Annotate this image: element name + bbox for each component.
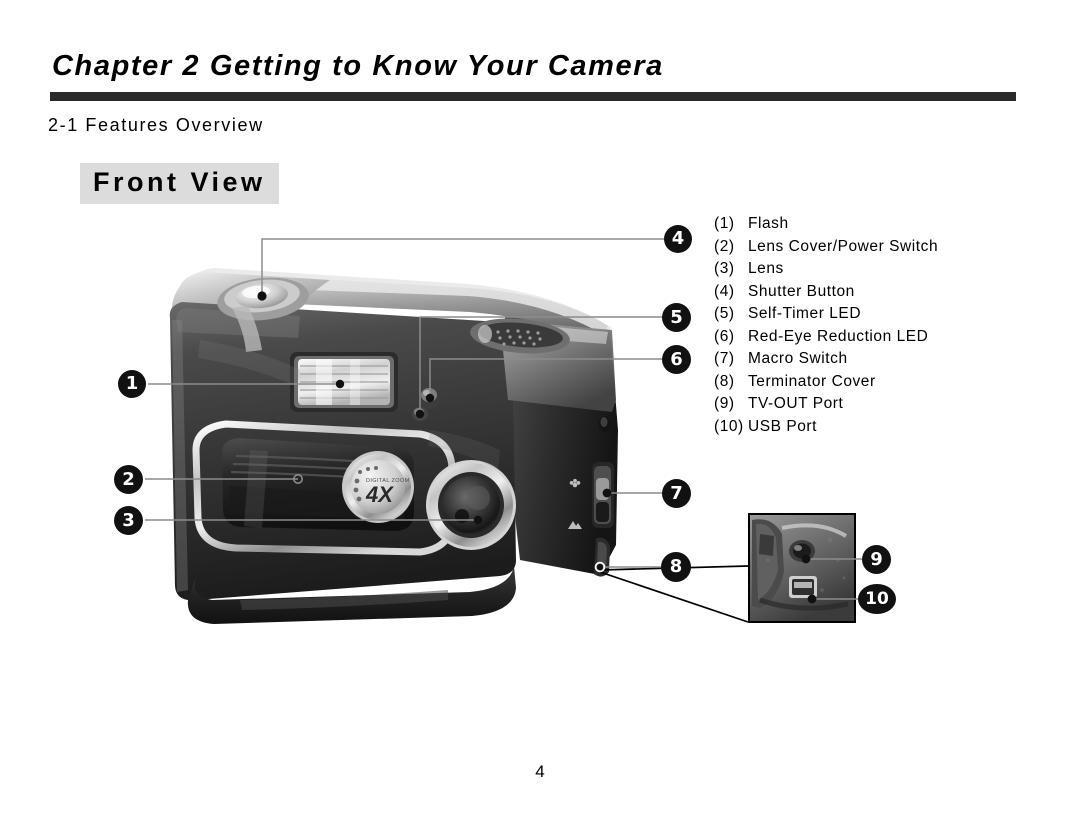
legend-number: (2) [714, 237, 735, 255]
chapter-title: Chapter 2 Getting to Know Your Camera [52, 50, 664, 82]
legend-number: (9) [714, 395, 735, 412]
legend-item-10: (10) USB Port [714, 416, 1014, 439]
legend-label: Red-Eye Reduction LED [748, 327, 929, 345]
legend-label: Flash [748, 215, 789, 232]
legend-number: (6) [714, 327, 735, 345]
legend-number: (8) [714, 372, 735, 390]
features-legend-list: (1) Flash (2) Lens Cover/Power Switch (3) L… [714, 213, 1014, 438]
legend-number: (3) [714, 260, 735, 277]
page-title: Front View [80, 163, 279, 204]
legend-number: (5) [714, 305, 735, 322]
legend-item-4: (4) Shutter Button [714, 281, 1014, 304]
callout-1: 1 [118, 370, 146, 398]
page-number: 4 [535, 762, 545, 781]
legend-item-8: (8) Terminator Cover [714, 371, 1014, 394]
ports-inset-photo [748, 513, 856, 623]
callout-8: 8 [661, 552, 691, 582]
legend-item-3: (3) Lens [714, 258, 1014, 281]
legend-label: Macro Switch [748, 350, 848, 367]
manual-page: Chapter 2 Getting to Know Your Camera 2-… [0, 0, 1080, 834]
leader-5 [419, 316, 662, 414]
callout-2: 2 [114, 465, 143, 494]
callout-4: 4 [664, 225, 692, 253]
legend-item-2: (2) Lens Cover/Power Switch [714, 236, 1014, 259]
callout-9: 9 [862, 545, 891, 574]
legend-number: (10) [714, 417, 744, 435]
lens-dial-brand: DIGITAL ZOOM [366, 478, 410, 484]
legend-number: (7) [714, 350, 735, 367]
legend-item-7: (7) Macro Switch [714, 348, 1014, 371]
section-title: 2-1 Features Overview [48, 115, 264, 135]
legend-label: Terminator Cover [748, 372, 876, 390]
legend-label: TV-OUT Port [748, 395, 844, 412]
legend-item-1: (1) Flash [714, 213, 1014, 236]
legend-number: (1) [714, 215, 735, 232]
legend-label: Lens Cover/Power Switch [748, 237, 939, 255]
leader-6 [429, 358, 662, 398]
legend-item-5: (5) Self-Timer LED [714, 303, 1014, 326]
header-rule [50, 92, 1016, 101]
camera-body-photo: DIGITAL ZOOM 4X [169, 268, 618, 624]
leader-4 [261, 238, 664, 296]
legend-item-6: (6) Red-Eye Reduction LED [714, 326, 1014, 349]
lens-dial-zoom: 4X [365, 482, 394, 507]
callout-7: 7 [662, 479, 691, 508]
legend-label: Shutter Button [748, 282, 855, 300]
legend-item-9: (9) TV-OUT Port [714, 393, 1014, 416]
callout-10: 10 [858, 584, 896, 614]
callout-3: 3 [114, 506, 143, 535]
legend-label: USB Port [748, 417, 818, 435]
legend-number: (4) [714, 282, 735, 300]
legend-label: Lens [748, 260, 784, 277]
callout-6: 6 [662, 345, 691, 374]
callout-5: 5 [662, 303, 691, 332]
legend-label: Self-Timer LED [748, 305, 862, 322]
